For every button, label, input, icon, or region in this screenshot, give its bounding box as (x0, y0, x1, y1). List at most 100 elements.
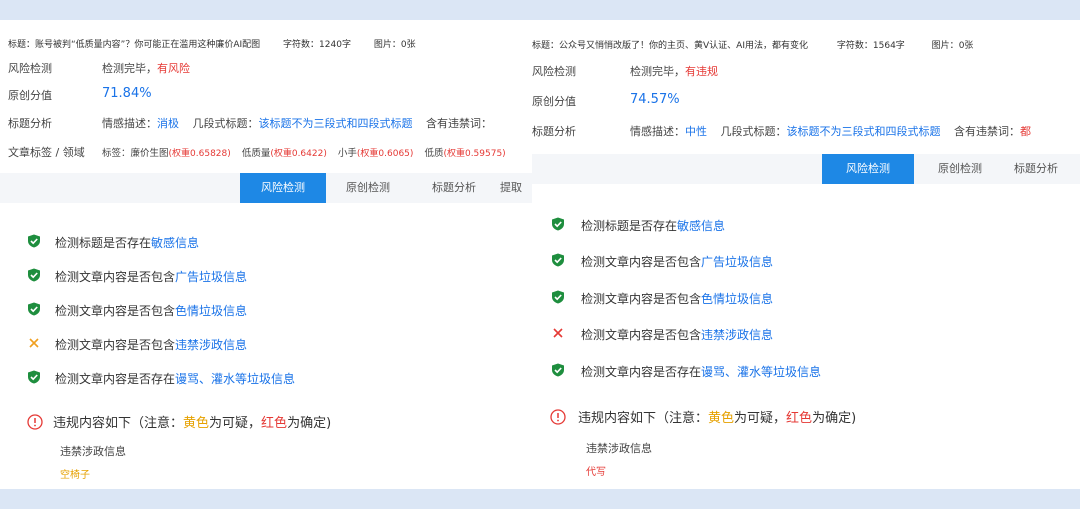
sentiment-label: 情感描述： (102, 117, 157, 130)
title-analysis-row: 情感描述：消极 几段式标题：该标题不为三段式和四段式标题 含有违禁词： (102, 115, 492, 131)
segment-label: 几段式标题： (192, 117, 259, 130)
check-text: 检测标题是否存在 (581, 219, 678, 233)
char-count-label: 字符数： (836, 41, 873, 51)
risk-result-row: 检测完毕，有违规 (630, 63, 718, 79)
char-count: 1240字 (319, 40, 351, 50)
tag-name: 廉价生图 (130, 148, 169, 159)
check-text: 检测文章内容是否包含 (55, 304, 176, 318)
alert-circle-icon (550, 409, 566, 425)
char-count: 1564字 (872, 41, 905, 51)
check-highlight: 色情垃圾信息 (175, 304, 248, 318)
banned-label: 含有违禁词： (954, 125, 1020, 138)
check-highlight: 敏感信息 (677, 219, 726, 233)
left-title-line: 标题：账号被判“低质量内容”？你可能正在滥用这种廉价AI配图 字符数：1240字… (8, 37, 416, 50)
article-title: 公众号又悄悄改版了！你的主页、黄V认证、AI用法，都有变化 (559, 41, 808, 51)
title-analysis-label: 标题分析 (532, 125, 576, 138)
sentiment-label: 情感描述： (630, 125, 685, 138)
left-report-header: 标题：账号被判“低质量内容”？你可能正在滥用这种廉价AI配图 字符数：1240字… (0, 20, 532, 203)
images-label: 图片： (931, 41, 959, 51)
check-highlight: 谩骂、灌水等垃圾信息 (175, 372, 296, 386)
violation-text: 违规内容如下（注意： (53, 416, 184, 431)
shield-check-icon (28, 268, 40, 282)
tab-risk-check[interactable]: 风险检测 (822, 154, 914, 184)
tag-weight: (权重0.6422) (270, 149, 327, 159)
check-highlight: 广告垃圾信息 (175, 270, 248, 284)
segment-label: 几段式标题： (720, 125, 787, 138)
banned-label: 含有违禁词： (426, 117, 492, 130)
violation-yellow: 黄色 (708, 411, 735, 426)
segment-value: 该标题不为三段式和四段式标题 (258, 117, 413, 130)
shield-check-icon (28, 234, 40, 248)
title-analysis-label: 标题分析 (8, 117, 52, 130)
check-text: 检测文章内容是否存在 (581, 365, 702, 379)
tag-weight: (权重0.6065) (356, 149, 414, 159)
tags-label: 文章标签 / 领域 (8, 146, 85, 159)
violation-text: 为可疑， (734, 411, 787, 426)
violation-yellow: 黄色 (183, 416, 210, 431)
warning-cross-icon (29, 338, 39, 348)
shield-check-icon (552, 217, 564, 231)
violation-text: 违规内容如下（注意： (578, 411, 709, 426)
right-report-header: 标题：公众号又悄悄改版了！你的主页、黄V认证、AI用法，都有变化 字符数：156… (532, 20, 1080, 195)
check-highlight: 广告垃圾信息 (701, 255, 774, 269)
check-text: 检测文章内容是否包含 (55, 338, 176, 352)
sentiment-value: 中性 (685, 125, 707, 138)
left-tab-bar: 风险检测 原创检测 标题分析 提取 (0, 173, 532, 203)
check-text: 检测文章内容是否存在 (55, 372, 176, 386)
check-highlight: 色情垃圾信息 (701, 292, 774, 306)
tag-name: 小手 (337, 148, 357, 159)
right-title-line: 标题：公众号又悄悄改版了！你的主页、黄V认证、AI用法，都有变化 字符数：156… (532, 38, 973, 51)
right-report-panel: 标题：公众号又悄悄改版了！你的主页、黄V认证、AI用法，都有变化 字符数：156… (532, 20, 1080, 489)
risk-text: 检测完毕， (630, 65, 685, 78)
check-text: 检测文章内容是否包含 (581, 292, 702, 306)
check-text: 检测文章内容是否包含 (581, 255, 702, 269)
tag-weight: (权重0.59575) (443, 149, 506, 159)
tab-originality[interactable]: 原创检测 (328, 173, 408, 203)
images-count: 0张 (400, 40, 416, 50)
title-prefix: 标题： (532, 41, 560, 51)
check-highlight: 违禁涉政信息 (175, 338, 248, 352)
risk-result: 有风险 (157, 62, 190, 75)
orig-label: 原创分值 (8, 89, 52, 102)
violation-text: 为确定) (287, 416, 332, 431)
violation-word: 代写 (586, 467, 606, 478)
shield-check-icon (28, 302, 40, 316)
title-analysis-row: 情感描述：中性 几段式标题：该标题不为三段式和四段式标题 含有违禁词：都 (630, 123, 1031, 139)
tab-title-analysis[interactable]: 标题分析 (414, 173, 494, 203)
banned-word: 都 (1020, 125, 1031, 138)
tag-name: 低质量 (241, 148, 271, 159)
violation-word: 空椅子 (60, 470, 90, 481)
violation-heading: 违规内容如下（注意：黄色为可疑，红色为确定) (27, 412, 331, 431)
article-title: 账号被判“低质量内容”？你可能正在滥用这种廉价AI配图 (35, 40, 261, 50)
orig-score: 74.57% (630, 92, 680, 107)
check-text: 检测标题是否存在 (55, 236, 152, 250)
risk-label: 风险检测 (8, 62, 52, 75)
orig-score: 71.84% (102, 86, 152, 101)
violation-red: 红色 (786, 411, 813, 426)
tag-weight: (权重0.65828) (168, 149, 231, 159)
check-highlight: 违禁涉政信息 (701, 328, 774, 342)
tag-name: 低质 (424, 148, 444, 159)
sentiment-value: 消极 (157, 117, 179, 130)
risk-text: 检测完毕， (102, 62, 157, 75)
risk-result-row: 检测完毕，有风险 (102, 60, 190, 76)
tags-row: 标签：廉价生图(权重0.65828) 低质量(权重0.6422) 小手(权重0.… (102, 145, 506, 159)
tab-risk-check[interactable]: 风险检测 (240, 173, 326, 203)
shield-check-icon (552, 290, 564, 304)
tab-originality[interactable]: 原创检测 (920, 154, 1000, 184)
violation-text: 为确定) (812, 411, 857, 426)
alert-circle-icon (27, 414, 43, 430)
tab-title-analysis[interactable]: 标题分析 (1014, 154, 1080, 184)
tab-extract[interactable]: 提取 (500, 173, 532, 203)
risk-label: 风险检测 (532, 65, 576, 78)
images-count: 0张 (958, 41, 974, 51)
shield-check-icon (552, 253, 564, 267)
orig-label: 原创分值 (532, 95, 576, 108)
right-tab-bar: 风险检测 原创检测 标题分析 (532, 154, 1080, 184)
error-cross-icon (553, 328, 563, 338)
violation-heading: 违规内容如下（注意：黄色为可疑，红色为确定) (550, 407, 856, 426)
shield-check-icon (552, 363, 564, 377)
violation-red: 红色 (261, 416, 288, 431)
title-prefix: 标题： (8, 40, 36, 50)
check-highlight: 谩骂、灌水等垃圾信息 (701, 365, 822, 379)
